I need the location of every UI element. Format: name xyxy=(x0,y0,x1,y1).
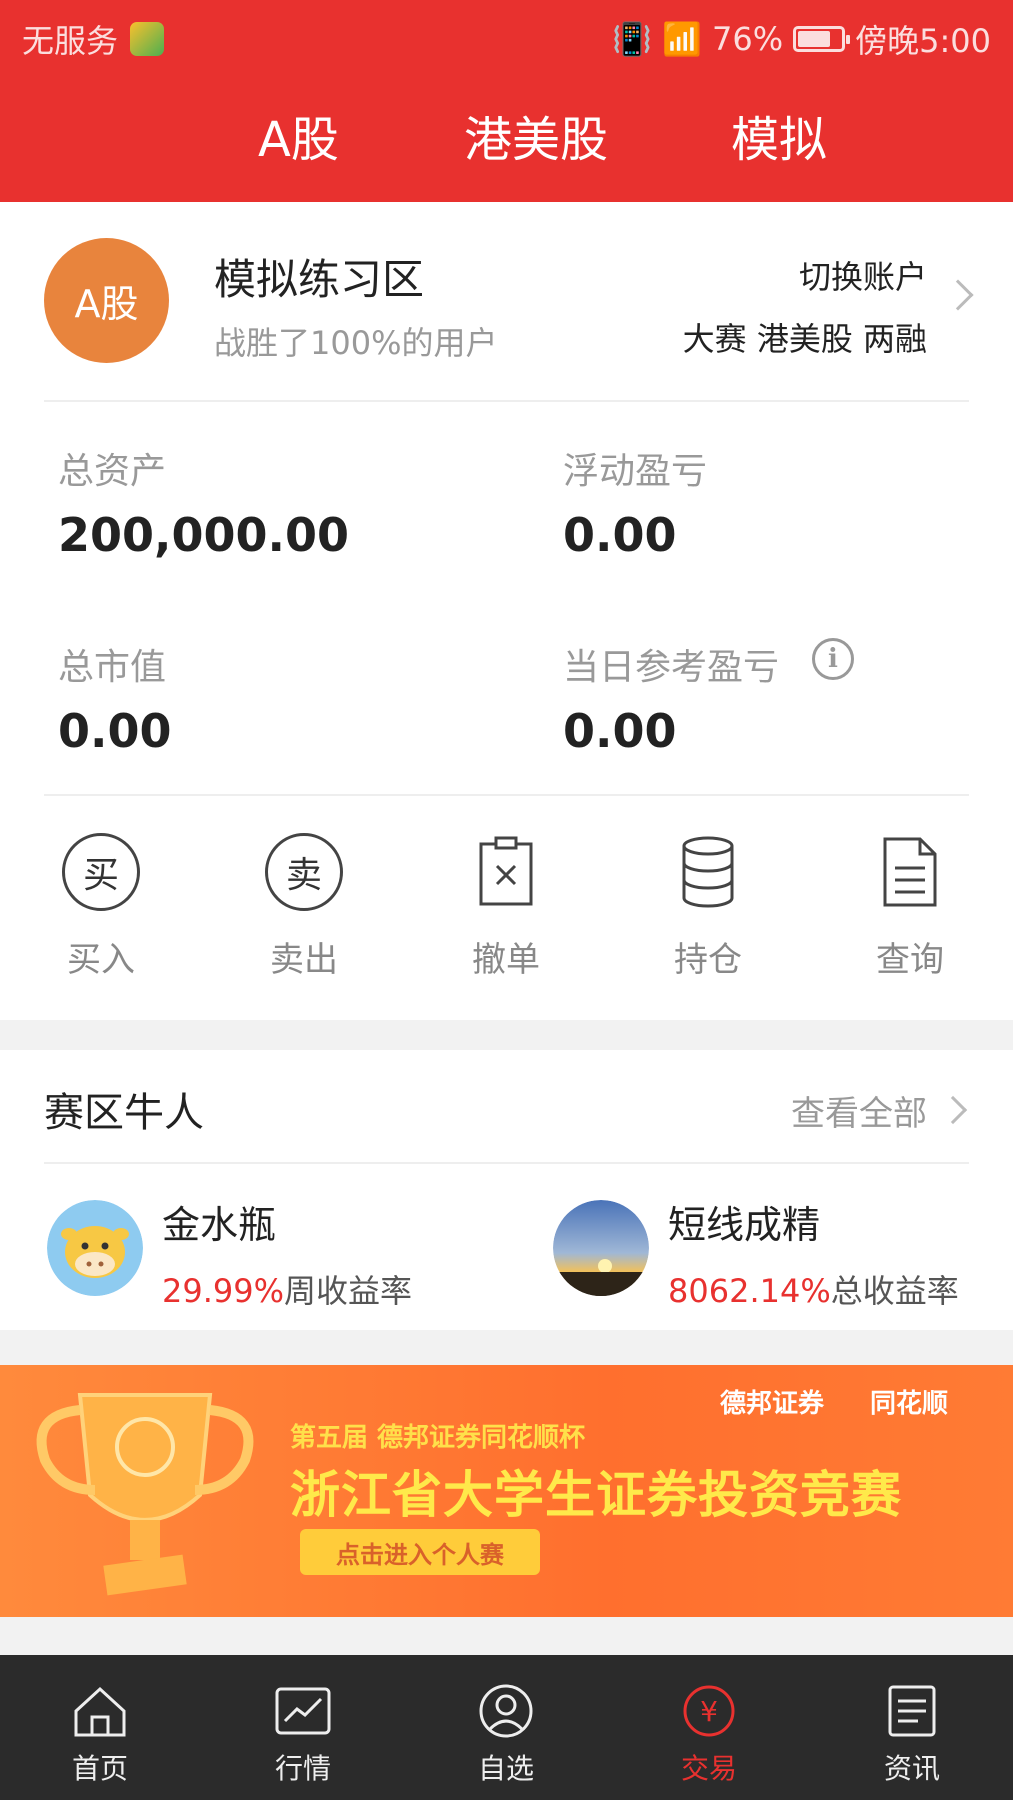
nav-market-label: 行情 xyxy=(274,1752,331,1785)
holdings-icon xyxy=(668,832,748,912)
watchlist-icon xyxy=(474,1681,538,1741)
nav-news[interactable]: 资讯 xyxy=(852,1681,972,1787)
buy-icon: 买 xyxy=(62,833,140,911)
notification-app-icon xyxy=(130,22,165,56)
vibrate-icon: 📳 xyxy=(612,20,653,58)
account-title: 模拟练习区 xyxy=(214,255,425,304)
daily-pl-label: 当日参考盈亏 xyxy=(563,647,780,688)
switch-account-options[interactable]: 大赛 港美股 两融 xyxy=(683,314,927,360)
expert-rate: 29.99%周收益率 xyxy=(162,1266,412,1312)
expert-avatar[interactable] xyxy=(553,1200,649,1296)
account-avatar: A股 xyxy=(44,238,169,363)
divider xyxy=(44,1162,969,1164)
news-icon xyxy=(880,1681,944,1741)
expert-rate-value: 29.99% xyxy=(162,1272,285,1310)
cancel-order-icon xyxy=(466,832,546,912)
market-value-label: 总市值 xyxy=(58,647,167,688)
trade-icon: ¥ xyxy=(677,1681,741,1741)
home-icon xyxy=(68,1681,132,1741)
tab-a-shares[interactable]: A股 xyxy=(258,100,339,170)
holdings-button[interactable]: 持仓 xyxy=(638,832,778,981)
switch-account-button[interactable]: 切换账户 xyxy=(799,252,927,298)
market-value-value: 0.00 xyxy=(58,704,172,758)
divider xyxy=(44,794,969,796)
query-button[interactable]: 查询 xyxy=(840,832,980,981)
expert-rate-label: 周收益率 xyxy=(284,1272,413,1310)
battery-icon xyxy=(793,26,851,52)
chevron-right-icon[interactable] xyxy=(942,279,974,311)
experts-section: 赛区牛人 查看全部 金水瓶 29.99%周收益率 短线成精 8062.14%总收… xyxy=(0,1050,1013,1330)
expert-name[interactable]: 金水瓶 xyxy=(162,1194,276,1249)
cancel-order-button[interactable]: 撤单 xyxy=(436,832,576,981)
banner-headline: 浙江省大学生证券投资竞赛 xyxy=(290,1466,902,1524)
query-label: 查询 xyxy=(876,940,944,980)
clock: 傍晚5:00 xyxy=(855,22,991,60)
buy-label: 买入 xyxy=(67,940,135,980)
nav-watchlist-label: 自选 xyxy=(477,1752,534,1785)
nav-news-label: 资讯 xyxy=(883,1752,940,1785)
buy-button[interactable]: 买 买入 xyxy=(31,832,171,981)
banner-brand-1: 德邦证券 xyxy=(720,1389,825,1419)
total-assets-label: 总资产 xyxy=(58,451,167,492)
holdings-label: 持仓 xyxy=(674,940,742,980)
float-pl-label: 浮动盈亏 xyxy=(563,451,708,492)
float-pl-value: 0.00 xyxy=(563,508,677,562)
banner-brand-2: 同花顺 xyxy=(870,1389,949,1419)
banner-subtitle: 第五届 德邦证券同花顺杯 xyxy=(290,1423,586,1453)
nav-trade[interactable]: ¥ 交易 xyxy=(649,1681,769,1787)
battery-percent: 76% xyxy=(712,20,784,58)
info-icon[interactable]: i xyxy=(812,638,854,680)
status-bar: 无服务 📳 📶 76% 傍晚5:00 xyxy=(0,0,1013,70)
tab-simulation[interactable]: 模拟 xyxy=(731,100,827,170)
banner-cta-button[interactable]: 点击进入个人赛 xyxy=(300,1529,540,1575)
nav-watchlist[interactable]: 自选 xyxy=(446,1681,566,1787)
market-icon xyxy=(271,1681,335,1741)
chevron-right-icon[interactable] xyxy=(938,1095,968,1125)
expert-rate-value: 8062.14% xyxy=(668,1272,831,1310)
top-tabs: A股 港美股 模拟 xyxy=(0,100,1013,170)
query-icon xyxy=(870,832,950,912)
bottom-nav: 首页 行情 自选 ¥ 交易 资讯 xyxy=(0,1655,1013,1800)
expert-name[interactable]: 短线成精 xyxy=(668,1194,820,1249)
cancel-order-label: 撤单 xyxy=(472,940,540,980)
divider xyxy=(44,400,969,402)
competition-banner[interactable]: 德邦证券 同花顺 第五届 德邦证券同花顺杯 浙江省大学生证券投资竞赛 点击进入个… xyxy=(0,1365,1013,1617)
nav-trade-label: 交易 xyxy=(680,1752,737,1785)
svg-text:¥: ¥ xyxy=(700,1695,718,1728)
sell-label: 卖出 xyxy=(270,940,338,980)
nav-market[interactable]: 行情 xyxy=(243,1681,363,1787)
account-card: A股 模拟练习区 战胜了100%的用户 切换账户 大赛 港美股 两融 总资产 2… xyxy=(0,202,1013,1020)
sell-icon: 卖 xyxy=(265,833,343,911)
tab-hk-us-stocks[interactable]: 港美股 xyxy=(464,100,608,170)
expert-rate: 8062.14%总收益率 xyxy=(668,1266,959,1312)
nav-home[interactable]: 首页 xyxy=(40,1681,160,1787)
section-title: 赛区牛人 xyxy=(44,1090,204,1136)
trophy-icon xyxy=(36,1393,254,1596)
view-all-link[interactable]: 查看全部 xyxy=(791,1086,927,1135)
account-subtitle: 战胜了100%的用户 xyxy=(214,324,498,362)
nav-home-label: 首页 xyxy=(71,1752,128,1785)
total-assets-value: 200,000.00 xyxy=(58,508,350,562)
sell-button[interactable]: 卖 卖出 xyxy=(234,832,374,981)
expert-rate-label: 总收益率 xyxy=(830,1272,959,1310)
carrier-text: 无服务 xyxy=(22,22,119,60)
wifi-icon: 📶 xyxy=(662,20,702,58)
app-header: 无服务 📳 📶 76% 傍晚5:00 A股 港美股 模拟 xyxy=(0,0,1013,202)
daily-pl-value: 0.00 xyxy=(563,704,677,758)
expert-avatar[interactable] xyxy=(47,1200,143,1296)
